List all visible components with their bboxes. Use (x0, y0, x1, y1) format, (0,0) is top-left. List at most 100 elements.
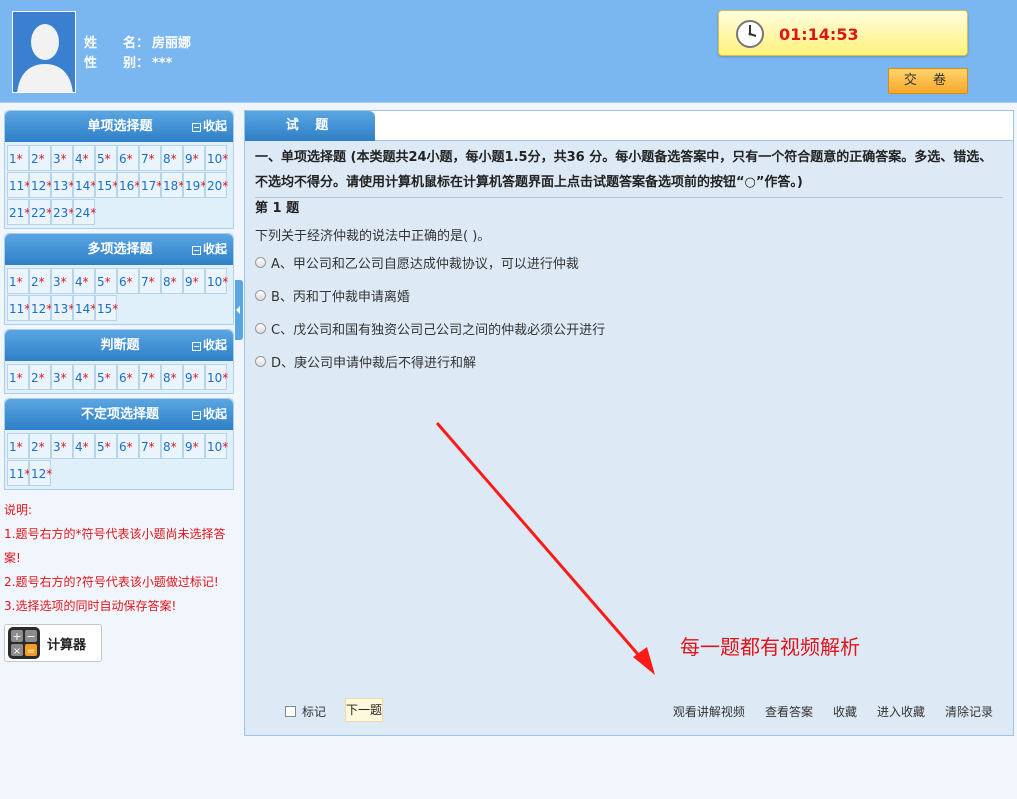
question-cell-number: 10 (207, 440, 223, 454)
question-cell[interactable]: 4* (73, 364, 95, 390)
mark-checkbox[interactable]: 标记 (285, 703, 326, 720)
question-cell[interactable]: 14* (73, 172, 96, 198)
question-cell[interactable]: 5* (95, 268, 117, 294)
question-cell[interactable]: 14* (73, 295, 96, 321)
question-cell[interactable]: 3* (51, 268, 73, 294)
question-cell[interactable]: 6* (117, 268, 139, 294)
unanswered-star: * (148, 275, 155, 289)
question-cell[interactable]: 18* (161, 172, 184, 198)
header: 姓 名： 房丽娜 性 别： *** 01:14:53 交 卷 (0, 0, 1017, 103)
question-cell[interactable]: 13* (51, 172, 74, 198)
question-cell-number: 12 (31, 179, 47, 193)
question-cell[interactable]: 8* (161, 433, 183, 459)
calculator-button[interactable]: + − × = 计算器 (4, 624, 102, 662)
tab-bar: 试 题 (245, 111, 1013, 141)
question-cell[interactable]: 7* (139, 268, 161, 294)
watch-video-link[interactable]: 观看讲解视频 (673, 703, 745, 720)
question-cell[interactable]: 4* (73, 433, 95, 459)
question-cell[interactable]: 10* (205, 364, 229, 390)
option-d[interactable]: D、庚公司申请仲裁后不得进行和解 (255, 352, 476, 371)
question-grid: 1* 2* 3* 4* 5* 6* 7* 8* 9* 10* (5, 361, 233, 393)
question-cell-number: 17 (141, 179, 157, 193)
question-cell[interactable]: 11* (7, 460, 30, 486)
question-cell[interactable]: 19* (183, 172, 206, 198)
panel-toggle-handle[interactable] (235, 280, 243, 340)
question-number: 第 1 题 (255, 201, 300, 216)
view-answer-link[interactable]: 查看答案 (765, 703, 813, 720)
favorite-link[interactable]: 收藏 (833, 703, 857, 720)
question-cell[interactable]: 3* (51, 433, 73, 459)
question-cell[interactable]: 7* (139, 145, 161, 171)
question-cell[interactable]: 9* (183, 364, 205, 390)
option-b[interactable]: B、丙和丁仲裁申请离婚 (255, 286, 410, 305)
question-cell[interactable]: 5* (95, 145, 117, 171)
question-cell-number: 2 (31, 152, 39, 166)
question-cell[interactable]: 1* (7, 268, 29, 294)
question-cell[interactable]: 2* (29, 268, 51, 294)
question-cell[interactable]: 3* (51, 364, 73, 390)
option-a[interactable]: A、甲公司和乙公司自愿达成仲裁协议，可以进行仲裁 (255, 253, 579, 272)
radio-icon[interactable] (255, 290, 266, 301)
question-cell[interactable]: 15* (95, 172, 118, 198)
radio-icon[interactable] (255, 323, 266, 334)
question-cell[interactable]: 22* (29, 199, 52, 225)
question-cell[interactable]: 20* (205, 172, 228, 198)
question-cell[interactable]: 17* (139, 172, 162, 198)
question-cell[interactable]: 12* (29, 172, 52, 198)
question-cell[interactable]: 2* (29, 145, 51, 171)
question-cell-number: 10 (207, 371, 223, 385)
question-cell[interactable]: 13* (51, 295, 74, 321)
open-favorites-link[interactable]: 进入收藏 (877, 703, 925, 720)
question-cell[interactable]: 6* (117, 433, 139, 459)
question-cell[interactable]: 23* (51, 199, 74, 225)
question-cell[interactable]: 6* (117, 364, 139, 390)
question-cell[interactable]: 3* (51, 145, 73, 171)
radio-icon[interactable] (255, 257, 266, 268)
question-cell[interactable]: 16* (117, 172, 140, 198)
next-question-button[interactable]: 下一题 (345, 698, 383, 722)
question-cell[interactable]: 12* (29, 460, 52, 486)
question-cell[interactable]: 5* (95, 364, 117, 390)
tab-questions[interactable]: 试 题 (245, 111, 375, 141)
unanswered-star: * (222, 371, 229, 385)
clear-record-link[interactable]: 清除记录 (945, 703, 993, 720)
unanswered-star: * (38, 152, 45, 166)
question-cell[interactable]: 9* (183, 145, 205, 171)
question-cell[interactable]: 10* (205, 268, 228, 294)
collapse-button[interactable]: − 收起 (191, 111, 227, 142)
svg-text:×: × (13, 646, 21, 657)
question-cell[interactable]: 12* (29, 295, 52, 321)
question-cell[interactable]: 4* (73, 145, 95, 171)
question-cell[interactable]: 24* (73, 199, 96, 225)
radio-icon[interactable] (255, 356, 266, 367)
question-cell[interactable]: 2* (29, 433, 51, 459)
question-cell[interactable]: 11* (7, 172, 30, 198)
question-cell[interactable]: 7* (139, 433, 161, 459)
submit-exam-button[interactable]: 交 卷 (888, 68, 968, 94)
question-cell[interactable]: 1* (7, 433, 29, 459)
question-cell[interactable]: 8* (161, 145, 183, 171)
question-cell-number: 9 (185, 440, 193, 454)
question-cell[interactable]: 2* (29, 364, 51, 390)
question-cell[interactable]: 1* (7, 145, 29, 171)
question-cell[interactable]: 11* (7, 295, 30, 321)
question-cell[interactable]: 1* (7, 364, 29, 390)
option-c[interactable]: C、戊公司和国有独资公司己公司之间的仲裁必须公开进行 (255, 319, 605, 338)
collapse-button[interactable]: − 收起 (191, 399, 227, 430)
question-cell[interactable]: 10* (205, 145, 228, 171)
checkbox-icon[interactable] (285, 706, 296, 717)
question-cell[interactable]: 9* (183, 433, 205, 459)
question-cell[interactable]: 6* (117, 145, 139, 171)
question-cell[interactable]: 21* (7, 199, 30, 225)
question-cell[interactable]: 4* (73, 268, 95, 294)
collapse-button[interactable]: − 收起 (191, 330, 227, 361)
question-cell[interactable]: 8* (161, 268, 183, 294)
question-cell[interactable]: 7* (139, 364, 161, 390)
question-cell[interactable]: 5* (95, 433, 117, 459)
collapse-button[interactable]: − 收起 (191, 234, 227, 265)
question-cell[interactable]: 8* (161, 364, 183, 390)
question-cell[interactable]: 9* (183, 268, 205, 294)
question-cell[interactable]: 15* (95, 295, 118, 321)
question-cell-number: 2 (31, 371, 39, 385)
question-cell[interactable]: 10* (205, 433, 228, 459)
